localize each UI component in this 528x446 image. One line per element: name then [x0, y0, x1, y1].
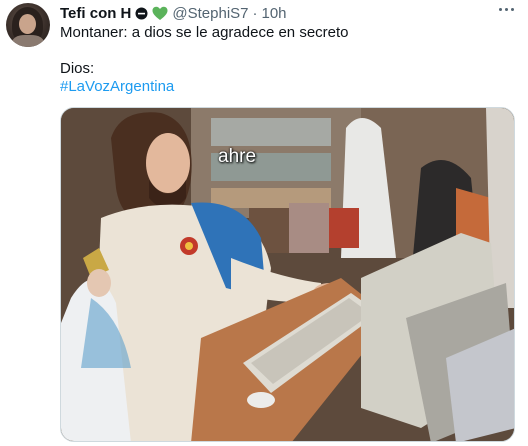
tweet-media-image[interactable]: ahre — [60, 107, 515, 442]
display-name[interactable]: Tefi con H — [60, 5, 131, 22]
separator-dot: · — [252, 4, 258, 22]
green-heart-icon — [152, 6, 168, 20]
circle-ident-icon — [135, 7, 148, 19]
image-caption: ahre — [218, 146, 257, 167]
more-horizontal-icon[interactable] — [499, 8, 514, 11]
tweet-text-line: Montaner: a dios se le agradece en secre… — [60, 24, 349, 41]
tweet-text-line: Dios: — [60, 60, 95, 77]
hashtag-link[interactable]: #LaVozArgentina — [60, 78, 174, 96]
timestamp[interactable]: 10h — [262, 5, 287, 22]
avatar[interactable] — [6, 3, 50, 47]
tweet-header: Tefi con H @StephiS7 · 10h — [60, 4, 287, 22]
meme-illustration — [61, 108, 514, 441]
user-handle[interactable]: @StephiS7 — [172, 5, 248, 22]
